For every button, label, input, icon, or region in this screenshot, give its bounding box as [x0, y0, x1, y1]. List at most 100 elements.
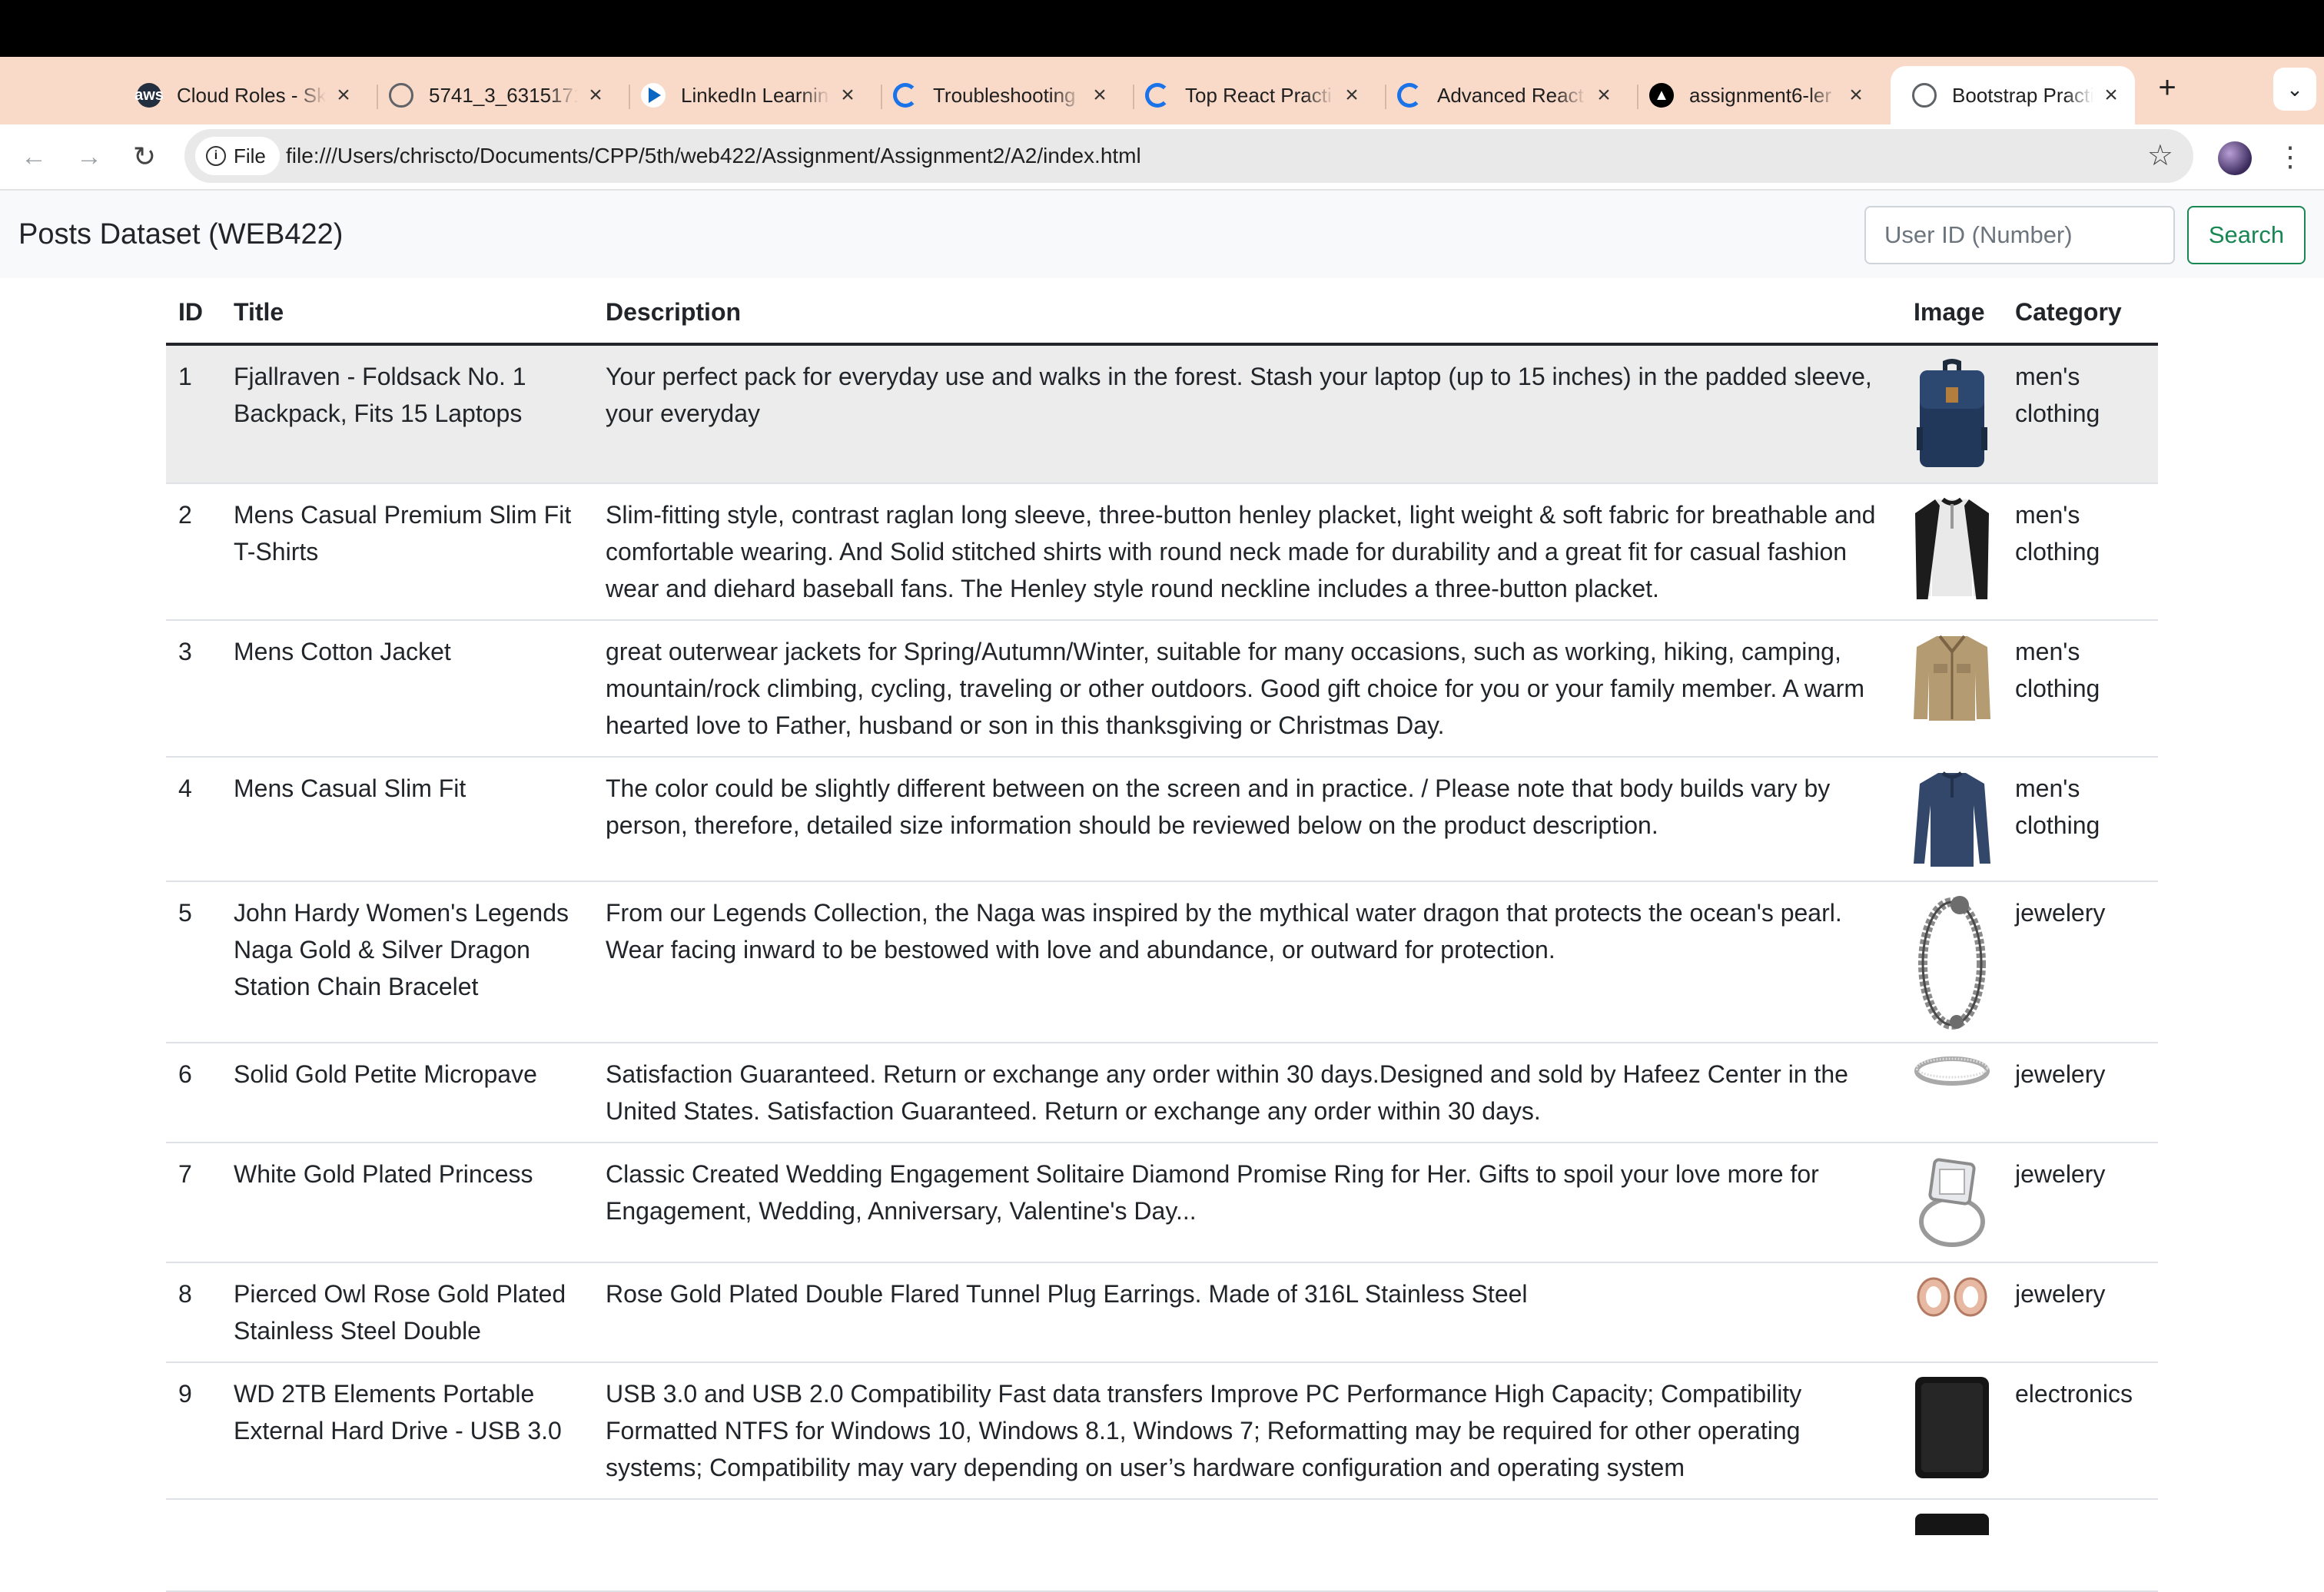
back-arrow-icon[interactable]: ←	[15, 138, 52, 175]
partial-row-image	[1914, 1512, 1990, 1535]
table-row[interactable]: 6 Solid Gold Petite Micropave Satisfacti…	[166, 1043, 2158, 1143]
forward-arrow-icon[interactable]: →	[71, 138, 108, 175]
table-header-row: ID Title Description Image Category	[166, 278, 2158, 346]
band-ring-image	[1914, 1056, 1990, 1086]
table-row[interactable]: 1 Fjallraven - Foldsack No. 1 Backpack, …	[166, 344, 2158, 484]
browser-tab[interactable]: aws Cloud Roles - Sk ×	[115, 66, 367, 124]
cell-description: great outerwear jackets for Spring/Autum…	[593, 620, 1901, 758]
table-row[interactable]: 9 WD 2TB Elements Portable External Hard…	[166, 1362, 2158, 1500]
linkedin-learning-icon	[641, 83, 666, 108]
cell-category: men's clothing	[2003, 344, 2158, 484]
url-text[interactable]: file:///Users/chrisctо/Documents/CPP/5th…	[286, 129, 1141, 183]
table-row[interactable]: 2 Mens Casual Premium Slim Fit T-Shirts …	[166, 483, 2158, 621]
browser-tab[interactable]: 5741_3_6315171 ×	[367, 66, 619, 124]
cell-category: men's clothing	[2003, 483, 2158, 621]
cell-title: Mens Cotton Jacket	[221, 620, 593, 758]
google-icon	[893, 83, 918, 108]
cell-id: 3	[166, 620, 221, 758]
cell-title: Mens Casual Slim Fit	[221, 757, 593, 882]
posts-table: ID Title Description Image Category 1 Fj…	[166, 278, 2158, 1592]
new-tab-icon[interactable]: +	[2149, 63, 2186, 112]
cell-description: The color could be slightly different be…	[593, 757, 1901, 882]
reload-icon[interactable]: ↻	[126, 138, 163, 175]
site-info-chip[interactable]: i File	[195, 137, 280, 175]
address-bar[interactable]: i File file:///Users/chrisctо/Documents/…	[184, 129, 2193, 183]
table-row[interactable]: 8 Pierced Owl Rose Gold Plated Stainless…	[166, 1262, 2158, 1363]
close-icon[interactable]: ×	[584, 82, 607, 108]
os-top-bar	[0, 0, 2324, 57]
profile-avatar[interactable]	[2218, 141, 2252, 175]
cell-description: Your perfect pack for everyday use and w…	[593, 344, 1901, 484]
browser-tab[interactable]: Troubleshooting ×	[872, 66, 1124, 124]
close-icon[interactable]: ×	[1088, 82, 1111, 108]
info-icon: i	[206, 146, 226, 166]
browser-tab[interactable]: Advanced React ×	[1376, 66, 1628, 124]
cell-title: Solid Gold Petite Micropave	[221, 1043, 593, 1143]
close-icon[interactable]: ×	[1340, 82, 1363, 108]
tab-title: LinkedIn Learnin	[681, 83, 829, 107]
cell-id: 4	[166, 757, 221, 882]
tab-title: Cloud Roles - Sk	[177, 83, 326, 107]
cell-description: From our Legends Collection, the Naga wa…	[593, 881, 1901, 1043]
tab-title: assignment6-ler	[1689, 83, 1831, 107]
cell-id: 5	[166, 881, 221, 1043]
cell-id: 2	[166, 483, 221, 621]
cell-image	[1901, 483, 2003, 621]
cell-category: men's clothing	[2003, 757, 2158, 882]
cell-id: 9	[166, 1362, 221, 1500]
table-row[interactable]: 3 Mens Cotton Jacket great outerwear jac…	[166, 620, 2158, 758]
table-row[interactable]: 4 Mens Casual Slim Fit The color could b…	[166, 757, 2158, 882]
bookmark-star-icon[interactable]: ☆	[2147, 138, 2173, 174]
cell-title: White Gold Plated Princess	[221, 1143, 593, 1263]
cell-image	[1901, 1262, 2003, 1363]
tab-title: Advanced React	[1437, 83, 1584, 107]
cell-id	[166, 1499, 221, 1592]
cell-image	[1901, 1362, 2003, 1500]
column-header-title: Title	[221, 278, 593, 346]
browser-tab[interactable]: ▲ assignment6-ler ×	[1628, 66, 1880, 124]
app-navbar: Posts Dataset (WEB422) Search	[0, 191, 2324, 278]
globe-icon	[389, 83, 413, 108]
close-icon[interactable]: ×	[332, 82, 355, 108]
tab-search-chevron-icon[interactable]: ⌄	[2273, 68, 2316, 111]
cell-id: 1	[166, 344, 221, 484]
browser-tab[interactable]: LinkedIn Learnin ×	[619, 66, 872, 124]
cell-title: Pierced Owl Rose Gold Plated Stainless S…	[221, 1262, 593, 1363]
table-row[interactable]: 5 John Hardy Women's Legends Naga Gold &…	[166, 881, 2158, 1043]
table-row[interactable]: 7 White Gold Plated Princess Classic Cre…	[166, 1143, 2158, 1263]
navbar-brand[interactable]: Posts Dataset (WEB422)	[18, 191, 343, 278]
cell-description: USB 3.0 and USB 2.0 Compatibility Fast d…	[593, 1362, 1901, 1500]
tshirt-image	[1914, 496, 1990, 599]
site-info-label: File	[234, 144, 266, 167]
tab-title: Troubleshooting	[933, 83, 1076, 107]
user-id-search-input[interactable]	[1864, 206, 2175, 264]
search-button[interactable]: Search	[2187, 206, 2306, 264]
cell-id: 8	[166, 1262, 221, 1363]
cell-description: Classic Created Wedding Engagement Solit…	[593, 1143, 1901, 1263]
column-header-category: Category	[2003, 278, 2158, 346]
tab-title: Bootstrap Practi	[1952, 83, 2093, 107]
cell-description	[593, 1499, 1901, 1592]
close-icon[interactable]: ×	[1844, 82, 1868, 108]
jacket-image	[1914, 633, 1990, 722]
table-row[interactable]	[166, 1499, 2158, 1592]
bracelet-image	[1914, 894, 1990, 1030]
close-icon[interactable]: ×	[836, 82, 859, 108]
cell-category: electronics	[2003, 1362, 2158, 1500]
aws-icon: aws	[134, 83, 164, 108]
browser-tab-active[interactable]: Bootstrap Practi ×	[1891, 66, 2135, 124]
cell-image	[1901, 1043, 2003, 1143]
browser-tab[interactable]: Top React Practi ×	[1124, 66, 1376, 124]
diamond-ring-image	[1914, 1156, 1990, 1249]
close-icon[interactable]: ×	[1592, 82, 1615, 108]
globe-icon	[1912, 83, 1937, 108]
more-menu-icon[interactable]: ⋮	[2275, 138, 2306, 175]
google-icon	[1145, 83, 1170, 108]
cell-image	[1901, 344, 2003, 484]
close-icon[interactable]: ×	[2100, 82, 2123, 108]
column-header-id: ID	[166, 278, 221, 346]
cell-image	[1901, 620, 2003, 758]
cell-image	[1901, 1143, 2003, 1263]
tab-title: 5741_3_6315171	[429, 83, 578, 107]
browser-tab-strip: aws Cloud Roles - Sk × 5741_3_6315171 × …	[0, 57, 2324, 124]
